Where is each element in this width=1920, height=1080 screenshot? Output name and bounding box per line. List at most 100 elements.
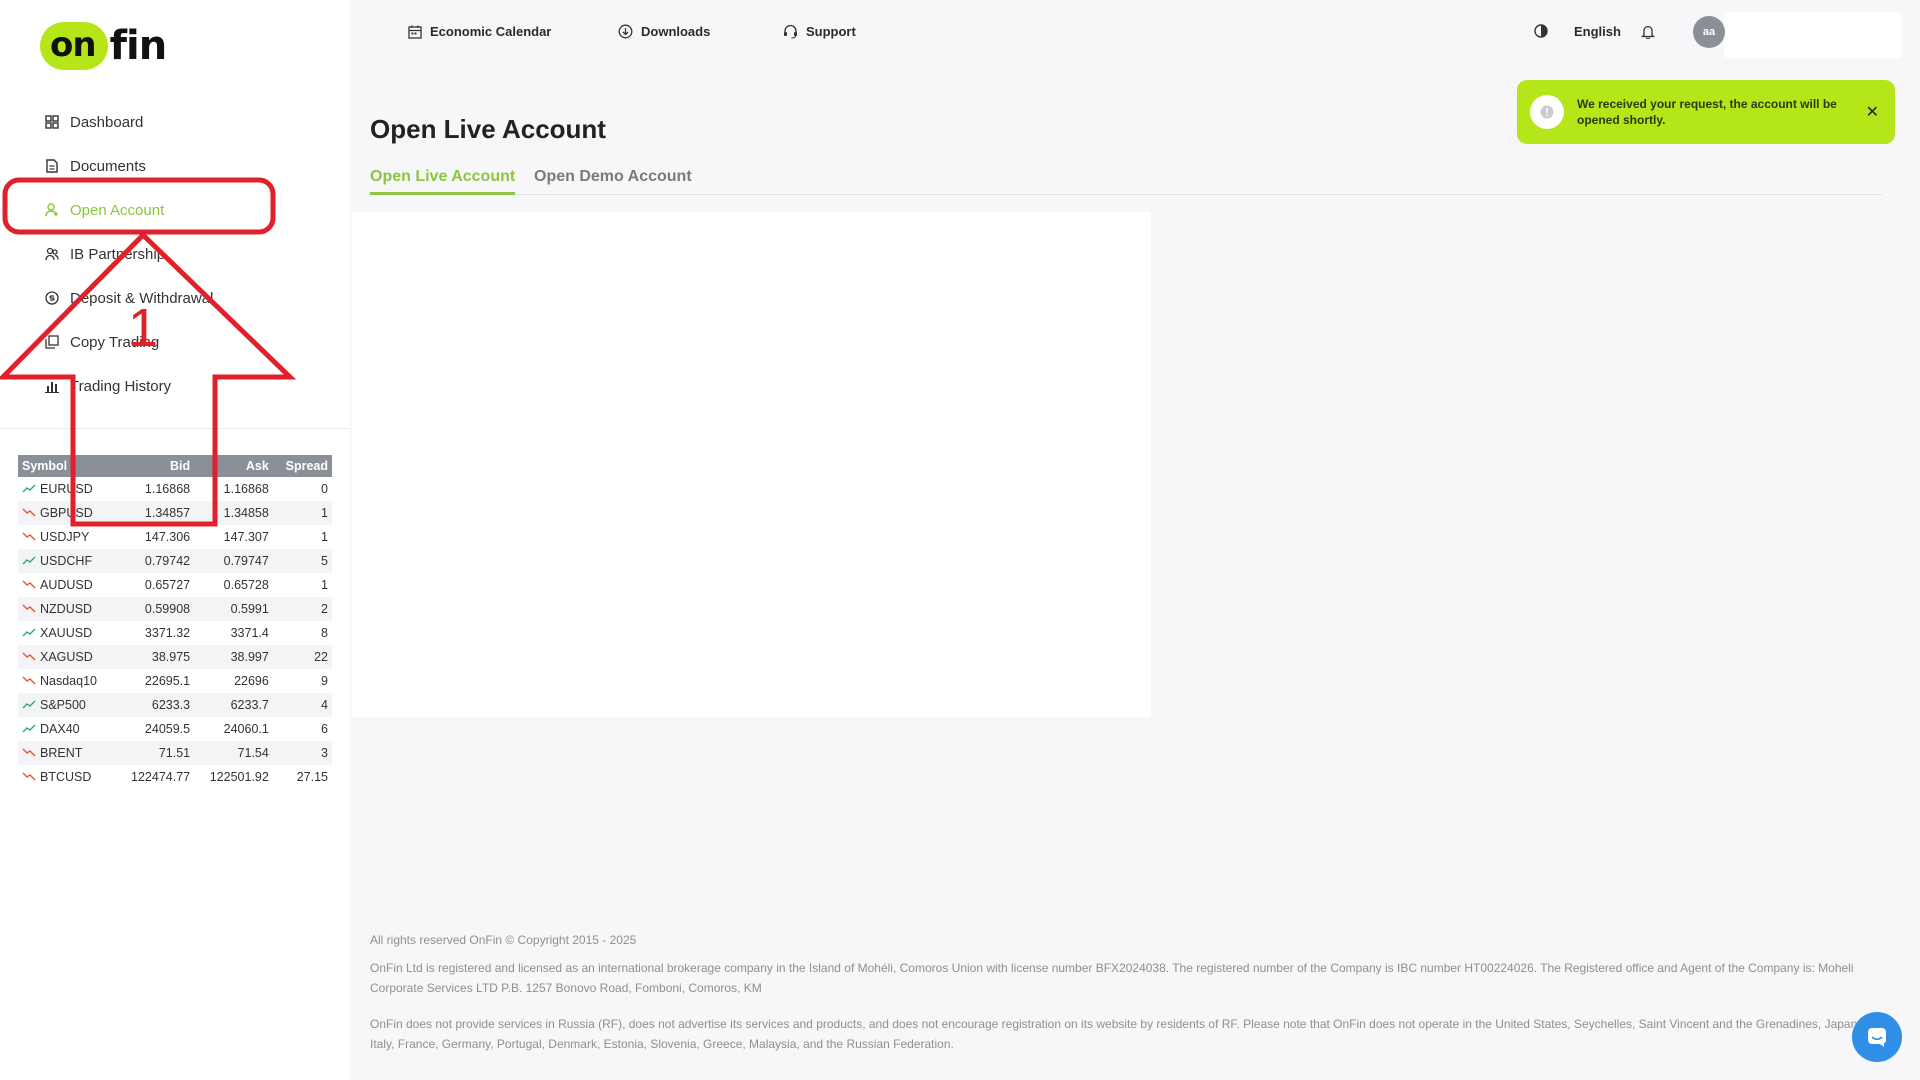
quote-symbol-cell: BRENT [18, 741, 116, 765]
quote-row[interactable]: NZDUSD 0.59908 0.5991 2 [18, 597, 332, 621]
downloads-label: Downloads [641, 24, 711, 39]
trend-up-icon [22, 556, 36, 565]
quote-ask: 147.307 [223, 530, 269, 544]
quote-row[interactable]: Nasdaq10 22695.1 22696 9 [18, 669, 332, 693]
quote-symbol: NZDUSD [40, 602, 93, 616]
column-header-symbol: Symbol [18, 455, 116, 477]
page-title: Open Live Account [370, 114, 606, 144]
tab-open-live-account[interactable]: Open Live Account [370, 168, 516, 195]
quote-spread: 1 [272, 501, 332, 525]
quote-ask: 0.5991 [194, 597, 273, 621]
chat-button[interactable] [1852, 1012, 1902, 1062]
quote-spread: 22 [272, 645, 332, 669]
account-form-panel [352, 212, 1151, 717]
quote-row[interactable]: GBPUSD 1.34857 1.34858 1 [18, 501, 332, 525]
quote-ask: 38.997 [194, 645, 273, 669]
quote-symbol-cell: Nasdaq10 [18, 669, 115, 693]
currency-icon [44, 290, 60, 306]
trend-down-icon [22, 580, 36, 589]
economic-calendar-link[interactable]: Economic Calendar [408, 24, 551, 39]
quote-row[interactable]: USDCHF 0.79742 0.79747 5 [18, 549, 332, 573]
downloads-link[interactable]: Downloads [618, 24, 710, 39]
sidebar-item-label: Open Account [70, 201, 165, 219]
sidebar-item-label: IB Partnership [70, 245, 166, 263]
quote-symbol-cell: USDCHF [18, 549, 116, 573]
quote-bid: 22695.1 [144, 674, 191, 688]
avatar[interactable]: aa [1693, 16, 1725, 48]
quote-symbol-cell: DAX40 [18, 717, 115, 741]
quote-bid: 147.306 [144, 530, 191, 544]
quote-row[interactable]: USDJPY 147.306 147.307 1 [18, 525, 332, 549]
quote-symbol: BTCUSD [40, 770, 92, 784]
quote-ask: 24060.1 [223, 722, 269, 736]
sidebar-divider [0, 428, 350, 429]
quote-spread: 3 [272, 741, 332, 765]
sidebar: on fin Dashboard Documents Open Account [0, 0, 350, 1080]
quote-symbol: S&P500 [40, 698, 86, 712]
sidebar-item-label: Dashboard [70, 113, 144, 131]
language-label: English [1574, 24, 1621, 39]
bell-icon [1641, 25, 1655, 39]
language-selector[interactable]: English [1574, 24, 1621, 39]
quote-spread: 2 [272, 597, 332, 621]
quote-symbol-cell: EURUSD [18, 477, 115, 501]
calendar-icon [408, 25, 422, 39]
quote-bid: 0.59908 [115, 597, 195, 621]
quote-ask: 122501.92 [209, 770, 269, 784]
quote-spread: 0 [321, 482, 328, 496]
sidebar-item-dashboard[interactable]: Dashboard [44, 100, 334, 144]
user-add-icon [44, 202, 60, 218]
headset-icon [784, 24, 797, 39]
avatar-initials: aa [1702, 26, 1716, 38]
sidebar-item-label: Trading History [70, 377, 172, 395]
quote-spread: 9 [321, 674, 328, 688]
quote-ask: 6233.7 [194, 693, 273, 717]
quotes-header-row: Symbol Bid Ask Spread [18, 455, 332, 477]
column-header-ask: Ask [194, 455, 273, 477]
quote-bid: 1.34857 [115, 501, 195, 525]
chat-icon [1868, 1028, 1886, 1047]
quote-row[interactable]: XAGUSD 38.975 38.997 22 [18, 645, 332, 669]
success-toast: We received your request, the account wi… [1517, 80, 1895, 144]
sidebar-item-trading-history[interactable]: Trading History [44, 364, 334, 408]
quote-row[interactable]: AUDUSD 0.65727 0.65728 1 [18, 573, 332, 597]
user-menu[interactable] [1724, 12, 1902, 58]
sidebar-nav: Dashboard Documents Open Account IB Part… [44, 100, 334, 408]
quote-symbol: USDCHF [40, 554, 93, 568]
quote-bid: 24059.5 [144, 722, 191, 736]
sidebar-item-deposit-withdrawal[interactable]: Deposit & Withdrawal [44, 276, 334, 320]
toast-message: We received your request, the account wi… [1577, 97, 1837, 127]
quote-ask: 0.79747 [194, 549, 273, 573]
support-link[interactable]: Support [783, 24, 856, 39]
quote-row[interactable]: BTCUSD 122474.77 122501.92 27.15 [18, 765, 332, 789]
quote-bid: 0.79742 [115, 549, 195, 573]
quotes-body: EURUSD 1.16868 1.16868 0 GBPUSD 1.34857 1.3485… [18, 477, 332, 789]
quote-symbol: DAX40 [40, 722, 80, 736]
close-icon[interactable]: ✕ [1866, 102, 1879, 122]
sidebar-item-copy-trading[interactable]: Copy Trading [44, 320, 334, 364]
quote-bid: 71.51 [115, 741, 195, 765]
account-tabs: Open Live Account Open Demo Account [370, 168, 1882, 195]
onfin-logo[interactable]: on fin [40, 22, 167, 70]
quotes-table: Symbol Bid Ask Spread EURUSD 1.16868 1.168… [18, 455, 332, 789]
quote-row[interactable]: DAX40 24059.5 24060.1 6 [18, 717, 332, 741]
notifications-button[interactable] [1641, 24, 1663, 39]
tab-open-demo-account[interactable]: Open Demo Account [534, 168, 692, 193]
quote-symbol-cell: XAUUSD [18, 621, 115, 645]
sidebar-item-documents[interactable]: Documents [44, 144, 334, 188]
quote-row[interactable]: BRENT 71.51 71.54 3 [18, 741, 332, 765]
quote-bid: 122474.77 [131, 770, 191, 784]
quote-spread: 4 [272, 693, 332, 717]
quote-row[interactable]: S&P500 6233.3 6233.7 4 [18, 693, 332, 717]
column-header-bid: Bid [115, 455, 195, 477]
quote-symbol: XAUUSD [40, 626, 93, 640]
sidebar-item-ib-partnership[interactable]: IB Partnership [44, 232, 334, 276]
contrast-icon [1534, 24, 1548, 38]
trend-up-icon [22, 700, 36, 709]
sidebar-item-open-account[interactable]: Open Account [44, 188, 334, 232]
support-label: Support [806, 24, 856, 39]
quote-spread: 8 [321, 626, 328, 640]
theme-toggle[interactable] [1534, 24, 1556, 38]
quote-row[interactable]: EURUSD 1.16868 1.16868 0 [18, 477, 332, 501]
quote-row[interactable]: XAUUSD 3371.32 3371.4 8 [18, 621, 332, 645]
